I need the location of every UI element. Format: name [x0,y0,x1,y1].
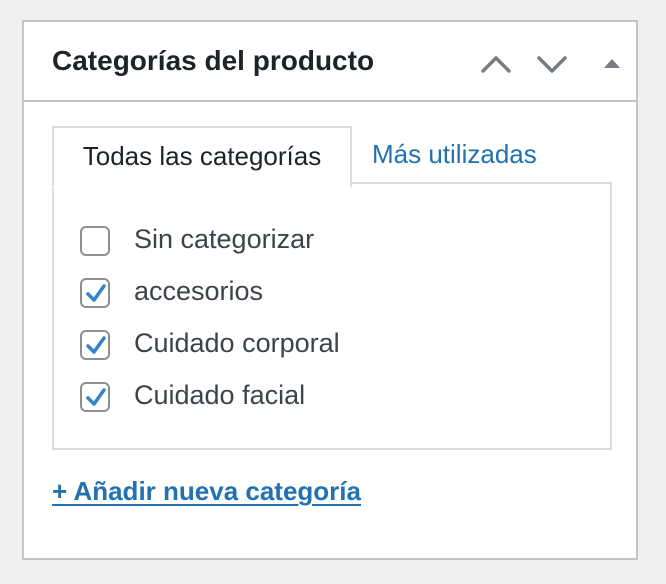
add-new-category-link[interactable]: + Añadir nueva categoría [52,476,361,507]
category-label: Sin categorizar [134,224,315,254]
category-item-accesorios[interactable]: accesorios [80,276,580,314]
category-label: Cuidado facial [134,380,306,410]
triangle-up-icon [604,59,620,68]
category-item-cuidado-corporal[interactable]: Cuidado corporal [80,328,580,366]
category-item-cuidado-facial[interactable]: Cuidado facial [80,380,580,418]
category-checkbox-checked[interactable] [80,382,110,412]
panel-header: Categorías del producto [24,22,636,102]
category-checklist: Sin categorizar accesorios Cuidado corpo… [52,182,612,450]
chevron-down-icon [537,56,567,73]
category-label: accesorios [134,276,264,306]
category-item-sin-categorizar[interactable]: Sin categorizar [80,224,580,262]
checkmark-icon [86,336,106,354]
checkmark-icon [86,388,106,406]
move-up-button[interactable] [476,46,516,82]
tab-all-categories[interactable]: Todas las categorías [52,126,352,188]
toggle-panel-button[interactable] [592,46,632,82]
tab-most-used[interactable]: Más utilizadas [372,126,537,182]
category-checkbox-checked[interactable] [80,330,110,360]
category-label: Cuidado corporal [134,328,340,358]
checkmark-icon [86,284,106,302]
category-checkbox-checked[interactable] [80,278,110,308]
move-down-button[interactable] [532,46,572,82]
panel-title: Categorías del producto [52,45,375,76]
product-categories-panel: Categorías del producto Todas las catego… [22,20,638,560]
category-checkbox-unchecked[interactable] [80,226,110,256]
chevron-up-icon [481,56,511,73]
